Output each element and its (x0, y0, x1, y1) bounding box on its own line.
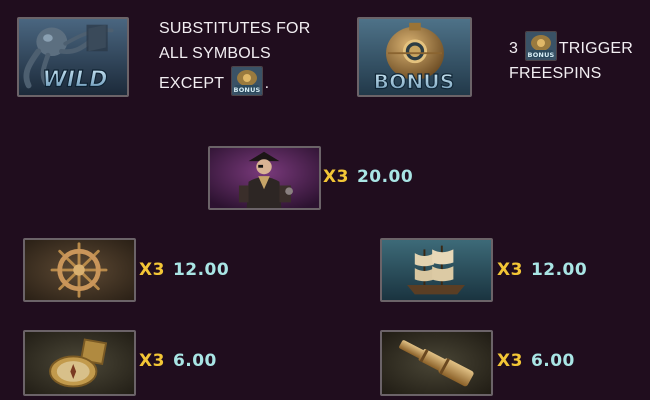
spyglass-icon (382, 332, 491, 394)
wild-symbol-text: WILD (42, 68, 107, 93)
payout-compass: X3 6.00 (139, 351, 217, 371)
wild-description-line-2: ALL SYMBOLS (159, 45, 271, 62)
bonus-symbol-text: BONUS (374, 70, 455, 94)
payout-multiplier: X3 (497, 260, 523, 280)
sailing-ship-icon (382, 240, 491, 300)
payout-spyglass: X3 6.00 (497, 351, 575, 371)
payout-multiplier: X3 (323, 167, 349, 187)
pirate-captain-icon (210, 148, 319, 208)
paytable-tile-spyglass (380, 330, 493, 396)
submarine-bonus-icon: BONUS (359, 19, 470, 95)
octopus-wild-icon: WILD (19, 19, 127, 95)
ship-wheel-icon (25, 240, 134, 300)
svg-text:BONUS: BONUS (233, 86, 260, 94)
wild-description-period: . (264, 75, 270, 92)
payout-pirate-captain: X3 20.00 (323, 167, 413, 187)
bonus-symbol-tile: BONUS (357, 17, 472, 97)
payout-multiplier: X3 (139, 351, 165, 371)
payout-amount: 12.00 (172, 260, 230, 280)
svg-text:BONUS: BONUS (527, 51, 554, 59)
bonus-trigger-word: TRIGGER (558, 40, 634, 57)
payout-amount: 6.00 (172, 351, 217, 371)
bonus-trigger-count: 3 (509, 40, 519, 57)
payout-multiplier: X3 (497, 351, 523, 371)
paytable-tile-pirate-captain (208, 146, 321, 210)
paytable-tile-compass (23, 330, 136, 396)
bonus-description-line-2: FREESPINS (509, 65, 602, 82)
bonus-description-line-1: 3 BONUS TRIGGER (509, 31, 633, 61)
wild-description: SUBSTITUTES FOR ALL SYMBOLS EXCEPT BONUS… (159, 16, 310, 96)
bonus-mini-icon: BONUS (524, 31, 557, 61)
compass-icon (25, 332, 134, 394)
payout-multiplier: X3 (139, 260, 165, 280)
payout-amount: 12.00 (530, 260, 588, 280)
wild-description-except: EXCEPT (159, 75, 224, 92)
paytable-tile-sailing-ship (380, 238, 493, 302)
paytable-tile-ship-wheel (23, 238, 136, 302)
payout-ship-wheel: X3 12.00 (139, 260, 229, 280)
wild-description-line-1: SUBSTITUTES FOR (159, 20, 311, 37)
bonus-mini-icon: BONUS (230, 66, 263, 96)
wild-symbol-tile: WILD (17, 17, 129, 97)
payout-sailing-ship: X3 12.00 (497, 260, 587, 280)
payout-amount: 20.00 (356, 167, 414, 187)
payout-amount: 6.00 (530, 351, 575, 371)
bonus-description: 3 BONUS TRIGGER FREESPINS (509, 31, 633, 86)
wild-description-line-3: EXCEPT BONUS . (159, 66, 310, 96)
